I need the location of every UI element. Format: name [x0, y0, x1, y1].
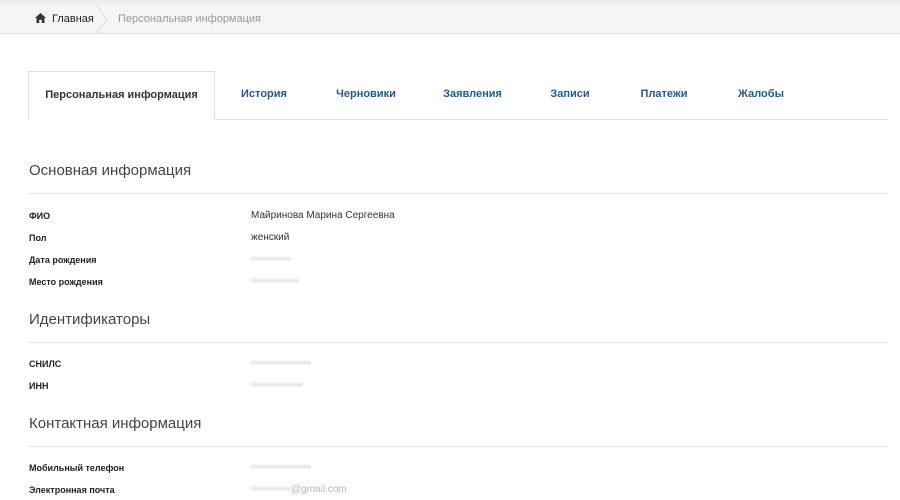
email-local-redacted: •••••••••• [251, 484, 292, 495]
field-value-mobile-redacted: ••••••••••••••• [251, 462, 312, 473]
field-label-fio: ФИО [29, 211, 51, 221]
section-divider [28, 193, 888, 194]
section-divider [28, 446, 888, 447]
breadcrumb-home-label: Главная [52, 13, 94, 25]
section-divider [28, 342, 888, 343]
breadcrumb-current: Персональная информация [118, 13, 262, 25]
tab-personal-info[interactable]: Персональная информация [28, 71, 215, 120]
field-label-gender: Пол [29, 233, 47, 243]
field-value-birth-place-redacted: •••••••••••• [251, 276, 300, 287]
tab-complaints[interactable]: Жалобы [734, 71, 788, 119]
field-value-snils-redacted: ••••••••••••••• [251, 358, 312, 369]
field-label-email: Электронная почта [29, 485, 115, 495]
field-value-gender: женский [251, 232, 290, 243]
field-label-birth-date: Дата рождения [29, 255, 97, 265]
field-value-birth-date-redacted: •••••••••• [251, 254, 292, 265]
profile-tabs: Персональная информация История Черновик… [28, 71, 888, 120]
tab-applications[interactable]: Заявления [440, 71, 505, 119]
field-label-mobile: Мобильный телефон [29, 463, 125, 473]
section-title-contacts: Контактная информация [29, 415, 202, 432]
tab-drafts[interactable]: Черновики [332, 71, 400, 119]
field-label-inn: ИНН [29, 381, 49, 391]
home-icon [35, 12, 52, 26]
field-value-fio: Майринова Марина Сергеевна [251, 210, 395, 221]
field-value-inn-redacted: ••••••••••••• [251, 380, 304, 391]
section-title-identifiers: Идентификаторы [29, 311, 151, 328]
section-title-basic: Основная информация [29, 162, 192, 179]
breadcrumb: Главная Персональная информация [0, 4, 900, 34]
field-label-snils: СНИЛС [29, 359, 62, 369]
email-domain: @gmail.com [291, 484, 347, 495]
tab-history[interactable]: История [235, 71, 293, 119]
tab-payments[interactable]: Платежи [635, 71, 693, 119]
breadcrumb-separator-icon [95, 4, 108, 34]
tab-records[interactable]: Записи [546, 71, 594, 119]
breadcrumb-home[interactable]: Главная [35, 4, 94, 34]
field-value-email: ••••••••••@gmail.com [251, 484, 347, 495]
field-label-birth-place: Место рождения [29, 277, 103, 287]
